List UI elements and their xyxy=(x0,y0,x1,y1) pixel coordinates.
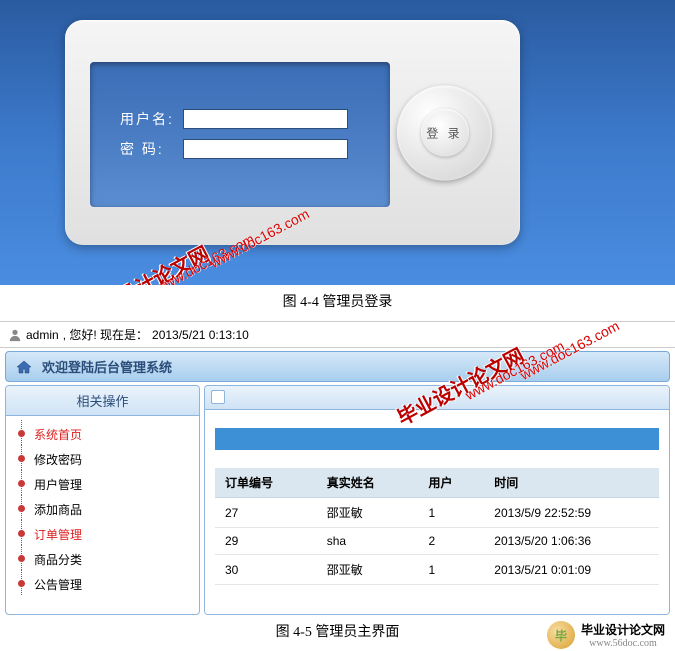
footer-logo-icon: 毕 xyxy=(547,621,575,649)
table-cell: 2013/5/20 1:06:36 xyxy=(484,528,659,555)
sidebar-item[interactable]: 公告管理 xyxy=(16,572,189,597)
table-cell: 29 xyxy=(215,528,317,555)
sidebar-item[interactable]: 修改密码 xyxy=(16,447,189,472)
sidebar: 相关操作 系统首页修改密码用户管理添加商品订单管理商品分类公告管理 xyxy=(5,385,200,615)
table-row[interactable]: 29sha22013/5/20 1:06:36 xyxy=(215,528,659,555)
sidebar-title: 相关操作 xyxy=(6,386,199,416)
username-input[interactable] xyxy=(183,109,348,129)
footer-logo: 毕 毕业设计论文网 www.56doc.com xyxy=(547,621,665,649)
status-datetime: 2013/5/21 0:13:10 xyxy=(152,328,249,342)
table-cell: 邵亚敏 xyxy=(317,498,419,528)
figure-caption-2: 图 4-5 管理员主界面 毕 毕业设计论文网 www.56doc.com xyxy=(0,615,675,651)
table-cell: 27 xyxy=(215,498,317,528)
sidebar-item[interactable]: 用户管理 xyxy=(16,472,189,497)
orders-table: 订单编号真实姓名用户时间 27邵亚敏12013/5/9 22:52:5929sh… xyxy=(215,468,659,585)
table-cell: 1 xyxy=(418,555,484,585)
username-label: 用户名: xyxy=(120,109,175,129)
column-header: 真实姓名 xyxy=(317,468,419,498)
status-user: admin xyxy=(26,328,59,342)
column-header: 订单编号 xyxy=(215,468,317,498)
user-icon xyxy=(8,328,22,342)
login-button-ring: 登 录 xyxy=(397,85,492,180)
sidebar-item[interactable]: 系统首页 xyxy=(16,422,189,447)
toolbar-box-icon xyxy=(211,390,225,404)
table-cell: 1 xyxy=(418,498,484,528)
status-bar: admin , 您好! 现在是： 2013/5/21 0:13:10 xyxy=(0,322,675,348)
table-cell: 2013/5/9 22:52:59 xyxy=(484,498,659,528)
figure-caption-1: 图 4-4 管理员登录 xyxy=(0,285,675,321)
table-cell: 2013/5/21 0:01:09 xyxy=(484,555,659,585)
table-cell: 2 xyxy=(418,528,484,555)
sidebar-item[interactable]: 添加商品 xyxy=(16,497,189,522)
content-header-strip xyxy=(215,428,659,450)
column-header: 时间 xyxy=(484,468,659,498)
admin-panel: admin , 您好! 现在是： 2013/5/21 0:13:10 欢迎登陆后台… xyxy=(0,321,675,615)
login-panel: 用户名: 密 码: 登 录 毕业设计论文网 www.doc163.com www… xyxy=(0,0,675,285)
welcome-text: 欢迎登陆后台管理系统 xyxy=(42,357,172,376)
table-cell: 邵亚敏 xyxy=(317,555,419,585)
figure-caption-2-text: 图 4-5 管理员主界面 xyxy=(276,625,400,640)
login-card: 用户名: 密 码: 登 录 xyxy=(65,20,520,245)
home-icon xyxy=(16,360,32,374)
status-greeting: , 您好! 现在是： xyxy=(63,326,148,343)
table-cell: 30 xyxy=(215,555,317,585)
footer-text: 毕业设计论文网 xyxy=(581,621,665,638)
login-form: 用户名: 密 码: xyxy=(90,62,390,207)
main-area: 订单编号真实姓名用户时间 27邵亚敏12013/5/9 22:52:5929sh… xyxy=(204,385,670,615)
content-area: 订单编号真实姓名用户时间 27邵亚敏12013/5/9 22:52:5929sh… xyxy=(205,410,669,614)
column-header: 用户 xyxy=(418,468,484,498)
table-row[interactable]: 30邵亚敏12013/5/21 0:01:09 xyxy=(215,555,659,585)
table-cell: sha xyxy=(317,528,419,555)
main-toolbar xyxy=(205,386,669,410)
table-row[interactable]: 27邵亚敏12013/5/9 22:52:59 xyxy=(215,498,659,528)
sidebar-item[interactable]: 商品分类 xyxy=(16,547,189,572)
login-button[interactable]: 登 录 xyxy=(421,109,469,157)
password-input[interactable] xyxy=(183,139,348,159)
welcome-bar: 欢迎登陆后台管理系统 xyxy=(5,351,670,382)
sidebar-item[interactable]: 订单管理 xyxy=(16,522,189,547)
password-label: 密 码: xyxy=(120,139,175,159)
